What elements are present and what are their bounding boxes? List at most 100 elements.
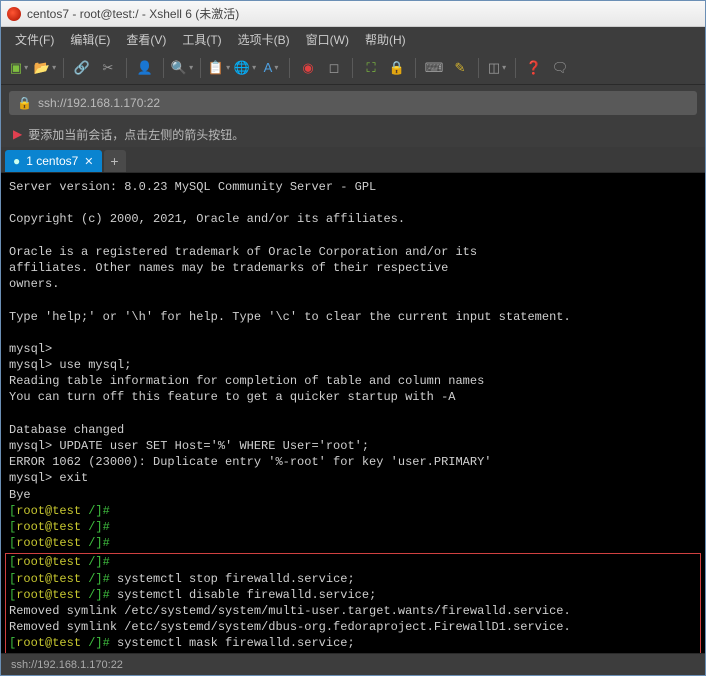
new-session-button[interactable]: ▣ [7,56,31,80]
lock-button[interactable]: 🔒 [385,56,409,80]
open-icon: 📂 [34,60,50,76]
terminal-cmd: systemctl disable firewalld.service; [117,588,376,602]
tab-status-icon: ● [13,154,20,168]
toolbar-separator [126,58,127,78]
terminal-output: Created symlink from /etc/systemd/system… [9,652,527,653]
layout-button[interactable]: ◫ [485,56,509,80]
lock-icon: 🔒 [17,96,32,110]
terminal-cmd: systemctl stop firewalld.service; [117,572,355,586]
layout-icon: ◫ [488,60,500,76]
toolbar: ▣ 📂 🔗 ✂ 👤 🔍 📋 🌐 A ◉ ◻ ⛶ 🔒 ⌨ ✎ ◫ ❓ 🗨 [1,51,705,85]
record-icon: ◉ [302,60,313,76]
status-bar: ssh://192.168.1.170:22 [1,653,705,675]
paste-button[interactable]: 🌐 [233,56,257,80]
window-titlebar: centos7 - root@test:/ - Xshell 6 (未激活) [1,1,705,27]
info-bar: ▶ 要添加当前会话，点击左侧的箭头按钮。 [1,121,705,147]
menu-help[interactable]: 帮助(H) [357,28,414,51]
terminal-line: Server version: 8.0.23 MySQL Community S… [9,180,376,194]
toolbar-separator [200,58,201,78]
unlink-icon: ✂ [103,60,114,76]
open-session-button[interactable]: 📂 [33,56,57,80]
toolbar-separator [515,58,516,78]
help-icon: ❓ [526,60,542,76]
terminal-line: affiliates. Other names may be trademark… [9,261,448,275]
copy-icon: 📋 [208,60,224,76]
terminal-prompt: [root@test /]# [9,588,110,602]
menu-edit[interactable]: 编辑(E) [62,28,118,51]
terminal-line: Oracle is a registered trademark of Orac… [9,245,477,259]
terminal-line: mysql> exit [9,471,88,485]
terminal-line: mysql> [9,342,52,356]
terminal-line: mysql> use mysql; [9,358,131,372]
terminal-output: Removed symlink /etc/systemd/system/mult… [9,604,571,618]
find-button[interactable]: 🔍 [170,56,194,80]
stop-icon: ◻ [329,60,340,76]
address-input[interactable]: 🔒 ssh://192.168.1.170:22 [9,91,697,115]
address-text: ssh://192.168.1.170:22 [38,96,160,110]
toolbar-separator [352,58,353,78]
highlight-icon: ✎ [455,60,466,76]
tab-close-icon[interactable]: ✕ [84,155,93,168]
terminal-prompt: [root@test /]# [9,520,110,534]
new-icon: ▣ [10,60,22,76]
lock-icon: 🔒 [389,60,405,76]
search-icon: 🔍 [171,60,187,76]
terminal-line: ERROR 1062 (23000): Duplicate entry '%-r… [9,455,491,469]
highlighted-output: [root@test /]# [root@test /]# systemctl … [5,553,701,653]
terminal-prompt: [root@test /]# [9,536,110,550]
toolbar-separator [289,58,290,78]
about-icon: 🗨 [552,60,569,76]
fullscreen-button[interactable]: ⛶ [359,56,383,80]
status-text: ssh://192.168.1.170:22 [11,659,123,671]
copy-button[interactable]: 📋 [207,56,231,80]
disconnect-button[interactable]: ✂ [96,56,120,80]
plus-icon: + [110,153,118,169]
terminal-line: Database changed [9,423,124,437]
font-icon: A [264,60,273,75]
toolbar-separator [415,58,416,78]
record-button[interactable]: ◉ [296,56,320,80]
reconnect-button[interactable]: 🔗 [70,56,94,80]
tab-centos7[interactable]: ● 1 centos7 ✕ [5,150,102,172]
terminal-prompt: [root@test /]# [9,572,110,586]
terminal[interactable]: Server version: 8.0.23 MySQL Community S… [1,173,705,653]
toolbar-separator [63,58,64,78]
menu-window[interactable]: 窗口(W) [298,28,357,51]
terminal-prompt: [root@test /]# [9,504,110,518]
help-button[interactable]: ❓ [522,56,546,80]
keyboard-icon: ⌨ [425,60,444,76]
link-icon: 🔗 [74,60,90,76]
info-text: 要添加当前会话，点击左侧的箭头按钮。 [28,126,244,143]
terminal-line: mysql> UPDATE user SET Host='%' WHERE Us… [9,439,369,453]
stop-record-button[interactable]: ◻ [322,56,346,80]
user-icon: 👤 [137,60,153,76]
address-bar: 🔒 ssh://192.168.1.170:22 [1,85,705,121]
tab-row: ● 1 centos7 ✕ + [1,147,705,173]
menu-tab[interactable]: 选项卡(B) [230,28,298,51]
terminal-cmd: systemctl mask firewalld.service; [117,636,355,650]
terminal-line: Reading table information for completion… [9,374,484,388]
profile-button[interactable]: 👤 [133,56,157,80]
terminal-prompt: [root@test /]# [9,555,110,569]
about-button[interactable]: 🗨 [548,56,572,80]
terminal-line: Copyright (c) 2000, 2021, Oracle and/or … [9,212,405,226]
menubar: 文件(F) 编辑(E) 查看(V) 工具(T) 选项卡(B) 窗口(W) 帮助(… [1,27,705,51]
toolbar-separator [163,58,164,78]
tab-label: 1 centos7 [26,154,78,168]
terminal-prompt: [root@test /]# [9,636,110,650]
menu-view[interactable]: 查看(V) [118,28,174,51]
menu-tools[interactable]: 工具(T) [174,28,229,51]
toolbar-separator [478,58,479,78]
terminal-line: owners. [9,277,59,291]
keyboard-button[interactable]: ⌨ [422,56,446,80]
new-tab-button[interactable]: + [104,150,126,172]
arrow-icon[interactable]: ▶ [13,127,22,141]
terminal-line: Bye [9,488,31,502]
expand-icon: ⛶ [366,60,375,76]
terminal-line: Type 'help;' or '\h' for help. Type '\c'… [9,310,571,324]
app-icon [7,7,21,21]
paste-icon: 🌐 [234,60,250,76]
font-button[interactable]: A [259,56,283,80]
menu-file[interactable]: 文件(F) [7,28,62,51]
highlight-button[interactable]: ✎ [448,56,472,80]
